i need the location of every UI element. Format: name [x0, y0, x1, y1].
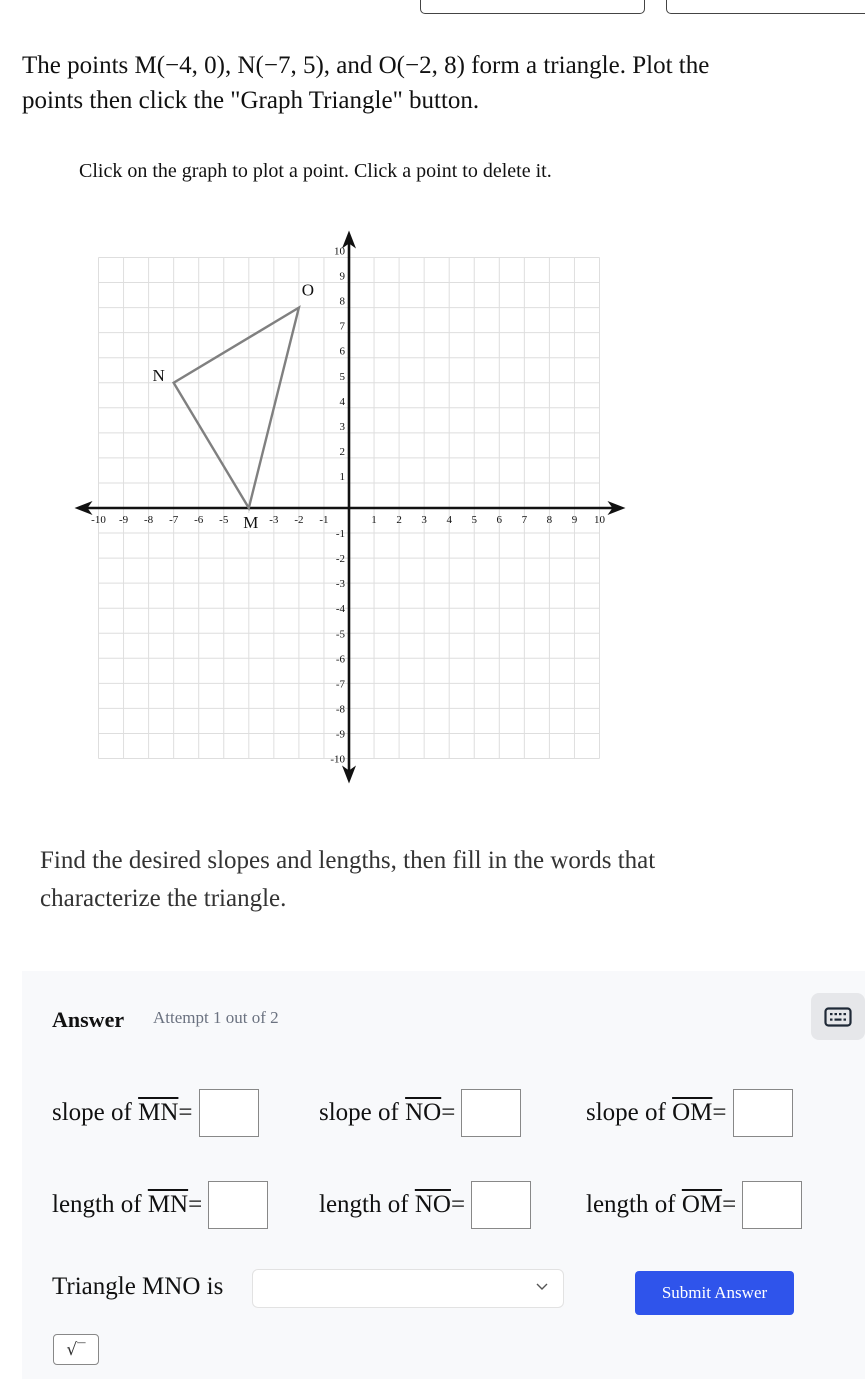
x-tick-label: -9: [119, 514, 129, 526]
triangle-type-select[interactable]: [252, 1269, 564, 1308]
y-tick-label: -1: [336, 528, 345, 540]
y-tick-label: 10: [334, 246, 346, 258]
y-tick-label: 9: [340, 271, 346, 283]
slope-label: slope of: [52, 1099, 132, 1126]
length-label: length of: [52, 1191, 142, 1218]
segment-label: OM: [681, 1191, 723, 1218]
y-tick-label: -6: [336, 653, 346, 665]
x-tick-label: 6: [497, 514, 503, 526]
y-tick-label: 3: [340, 421, 346, 433]
y-tick-label: -3: [336, 578, 346, 590]
equals-sign: =: [712, 1099, 727, 1126]
answer-title: Answer: [52, 1007, 125, 1032]
point-label-n[interactable]: N: [153, 366, 165, 385]
attempt-counter: Attempt 1 out of 2: [153, 1008, 279, 1027]
x-tick-label: 1: [371, 514, 377, 526]
equals-sign: =: [441, 1099, 456, 1126]
y-tick-label: 2: [340, 446, 346, 458]
x-tick-label: 9: [572, 514, 578, 526]
length-no-group: length of NO =: [319, 1181, 532, 1229]
y-tick-label: -2: [336, 553, 345, 565]
x-tick-label: -7: [169, 514, 179, 526]
x-tick-label: 7: [522, 514, 528, 526]
submit-answer-button[interactable]: Submit Answer: [635, 1271, 794, 1315]
y-tick-label: 8: [340, 296, 346, 308]
slope-om-input[interactable]: [732, 1089, 793, 1137]
y-tick-label: 4: [340, 396, 346, 408]
segment-label: NO: [405, 1099, 442, 1126]
answer-panel: Answer Attempt 1 out of 2 slope of MN = …: [22, 971, 865, 1379]
triangle-type-label: Triangle MNO is: [52, 1273, 224, 1300]
x-tick-label: 2: [396, 514, 402, 526]
length-label: length of: [586, 1191, 676, 1218]
slope-mn-group: slope of MN =: [52, 1089, 259, 1137]
y-tick-label: 6: [340, 346, 346, 358]
chevron-down-icon: [536, 1283, 548, 1290]
y-tick-label: -5: [336, 628, 346, 640]
description-text: Find the desired slopes and lengths, the…: [40, 842, 800, 918]
sqrt-button[interactable]: √‾: [53, 1334, 99, 1365]
keyboard-icon: [824, 1006, 852, 1027]
slope-mn-input[interactable]: [198, 1089, 259, 1137]
length-om-group: length of OM =: [586, 1181, 803, 1229]
x-tick-label: 8: [547, 514, 553, 526]
equals-sign: =: [178, 1099, 193, 1126]
y-tick-label: 7: [340, 321, 346, 333]
y-tick-label: -9: [336, 728, 346, 740]
y-tick-label: -8: [336, 703, 346, 715]
x-tick-label: -6: [194, 514, 204, 526]
x-tick-label: -1: [319, 514, 328, 526]
length-om-input[interactable]: [742, 1181, 803, 1229]
slope-no-group: slope of NO =: [319, 1089, 522, 1137]
length-mn-group: length of MN =: [52, 1181, 269, 1229]
x-tick-label: -2: [294, 514, 303, 526]
length-label: length of: [319, 1191, 409, 1218]
y-tick-label: 1: [340, 471, 346, 483]
segment-label: OM: [672, 1099, 713, 1126]
x-tick-label: -10: [91, 514, 106, 526]
length-mn-input[interactable]: [208, 1181, 269, 1229]
coordinate-graph[interactable]: -10 -9 -8 -7 -6 -5 -3 -2 -1 1 2 3 4 5 6 7 8 9 10 10 9 8 7 6 5 4 3 2…: [0, 0, 865, 800]
segment-label: MN: [138, 1099, 179, 1126]
sqrt-icon: √‾: [66, 1339, 86, 1360]
equals-sign: =: [450, 1191, 466, 1218]
slope-om-group: slope of OM =: [586, 1089, 793, 1137]
point-label-o[interactable]: O: [302, 281, 314, 300]
segment-label: NO: [414, 1191, 451, 1218]
y-tick-label: -10: [330, 754, 345, 766]
description-line-1: Find the desired slopes and lengths, the…: [40, 847, 656, 874]
x-tick-label: -8: [144, 514, 154, 526]
slope-label: slope of: [319, 1099, 399, 1126]
y-tick-label: -4: [336, 603, 346, 615]
x-tick-label: 5: [472, 514, 478, 526]
x-tick-label: -3: [269, 514, 279, 526]
segment-label: MN: [147, 1191, 189, 1218]
equals-sign: =: [188, 1191, 203, 1218]
y-tick-label: -7: [336, 678, 346, 690]
equals-sign: =: [722, 1191, 737, 1218]
keyboard-button[interactable]: [811, 993, 865, 1040]
length-no-input[interactable]: [471, 1181, 532, 1229]
x-tick-label: 4: [446, 514, 452, 526]
x-tick-label: 10: [594, 514, 606, 526]
slope-label: slope of: [586, 1099, 666, 1126]
x-tick-label: -5: [219, 514, 229, 526]
x-tick-label: 3: [421, 514, 427, 526]
description-line-2: characterize the triangle.: [40, 885, 287, 912]
y-tick-label: 5: [340, 371, 346, 383]
slope-no-input[interactable]: [461, 1089, 522, 1137]
point-label-m[interactable]: M: [243, 513, 258, 532]
